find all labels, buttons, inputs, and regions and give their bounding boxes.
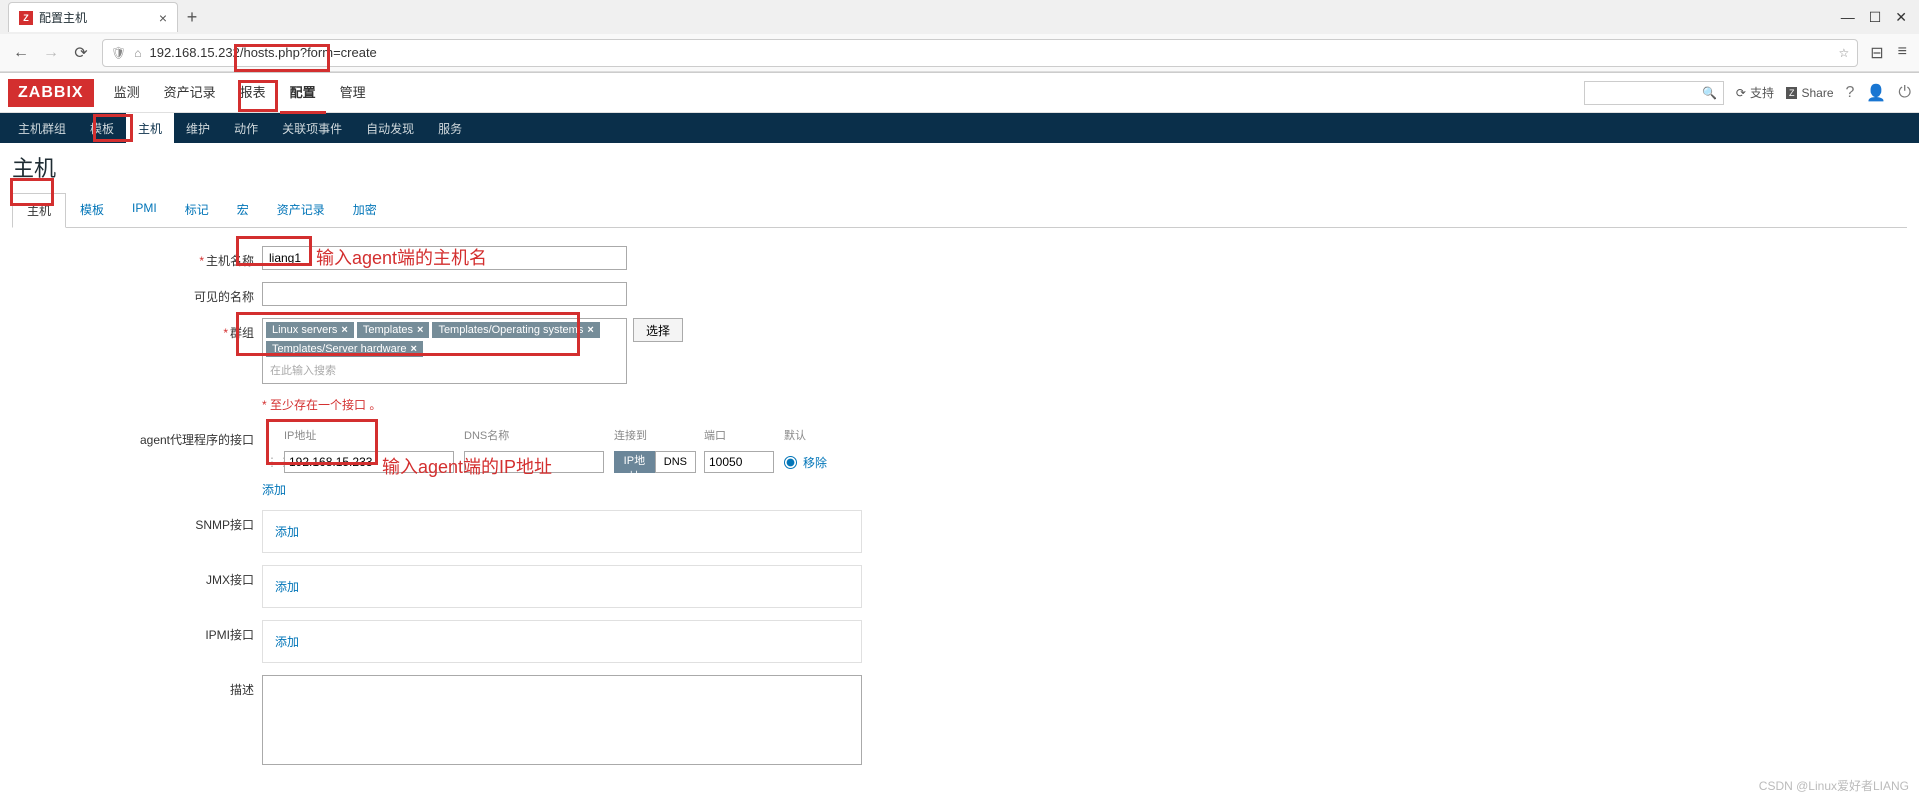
col-default: 默认	[780, 425, 840, 445]
agent-port-input[interactable]	[704, 451, 774, 473]
tab-ipmi[interactable]: IPMI	[118, 193, 171, 227]
reload-icon[interactable]: ⟳	[72, 43, 90, 63]
label-agent-interface: agent代理程序的接口	[12, 425, 262, 498]
subnav-correlation[interactable]: 关联项事件	[270, 113, 354, 144]
zabbix-logo[interactable]: ZABBIX	[8, 79, 94, 107]
window-close-icon[interactable]: ✕	[1895, 9, 1907, 26]
jmx-interface-box: 添加	[262, 565, 862, 608]
visible-name-input[interactable]	[262, 282, 627, 306]
nav-reports[interactable]: 报表	[230, 72, 276, 114]
label-visible-name: 可见的名称	[12, 282, 262, 306]
subnav-discovery[interactable]: 自动发现	[354, 113, 426, 144]
connect-ip-button[interactable]: IP地址	[614, 451, 655, 473]
search-input[interactable]	[1591, 86, 1702, 100]
subnav-actions[interactable]: 动作	[222, 113, 270, 144]
address-bar[interactable]: 🛡 ⌂ ☆	[102, 39, 1858, 67]
col-connect: 连接到	[610, 425, 700, 445]
nav-configuration[interactable]: 配置	[280, 72, 326, 114]
subnav-hosts[interactable]: 主机	[126, 113, 174, 144]
subnav-services[interactable]: 服务	[426, 113, 474, 144]
default-interface-radio[interactable]	[784, 456, 797, 469]
remove-interface-link[interactable]: 移除	[803, 454, 827, 471]
label-snmp-interface: SNMP接口	[12, 510, 262, 553]
pocket-icon[interactable]: ⊟	[1870, 43, 1883, 63]
group-tag[interactable]: Templates ×	[357, 322, 430, 338]
nav-admin[interactable]: 管理	[330, 72, 376, 114]
lock-open-icon: ⌂	[134, 46, 141, 60]
tab-inventory[interactable]: 资产记录	[263, 193, 339, 227]
shield-icon: 🛡	[111, 46, 126, 60]
window-maximize-icon[interactable]: ☐	[1869, 9, 1882, 26]
page-title: 主机	[12, 151, 1907, 183]
host-name-input[interactable]	[262, 246, 627, 270]
url-input[interactable]	[149, 45, 1830, 60]
tab-title: 配置主机	[39, 9, 87, 26]
new-tab-button[interactable]: +	[178, 7, 206, 28]
tab-host[interactable]: 主机	[12, 193, 66, 228]
groups-multiselect[interactable]: Linux servers × Templates × Templates/Op…	[262, 318, 627, 384]
subnav-maintenance[interactable]: 维护	[174, 113, 222, 144]
agent-interface-row: ⋮⋮ IP地址 DNS 移除	[262, 449, 862, 475]
nav-inventory[interactable]: 资产记录	[154, 72, 226, 114]
agent-interface-grid: IP地址 DNS名称 连接到 端口 默认 ⋮⋮ IP地址 DNS	[262, 425, 862, 498]
nav-monitoring[interactable]: 监测	[104, 72, 150, 114]
snmp-interface-box: 添加	[262, 510, 862, 553]
col-port: 端口	[700, 425, 780, 445]
groups-placeholder: 在此输入搜索	[266, 360, 623, 380]
group-tag[interactable]: Templates/Server hardware ×	[266, 341, 423, 357]
ipmi-interface-box: 添加	[262, 620, 862, 663]
window-minimize-icon[interactable]: —	[1841, 9, 1855, 26]
group-tag[interactable]: Linux servers ×	[266, 322, 354, 338]
add-agent-interface-link[interactable]: 添加	[262, 481, 286, 498]
forward-icon[interactable]: →	[42, 44, 60, 62]
add-jmx-interface-link[interactable]: 添加	[275, 580, 299, 594]
add-snmp-interface-link[interactable]: 添加	[275, 525, 299, 539]
tab-macros[interactable]: 宏	[223, 193, 263, 227]
global-search[interactable]: 🔍	[1584, 81, 1724, 105]
sub-nav: 主机群组 模板 主机 维护 动作 关联项事件 自动发现 服务	[0, 113, 1919, 143]
label-groups: *群组	[12, 318, 262, 384]
select-groups-button[interactable]: 选择	[633, 318, 683, 342]
close-tab-icon[interactable]: ×	[159, 10, 167, 26]
user-icon[interactable]: 👤	[1866, 83, 1886, 103]
label-description: 描述	[12, 675, 262, 768]
logout-icon[interactable]: ⏻	[1898, 84, 1911, 102]
tab-templates[interactable]: 模板	[66, 193, 118, 227]
label-ipmi-interface: IPMI接口	[12, 620, 262, 663]
zabbix-favicon: Z	[19, 11, 33, 25]
tab-tags[interactable]: 标记	[171, 193, 223, 227]
menu-icon[interactable]: ≡	[1898, 43, 1907, 63]
form-tabs: 主机 模板 IPMI 标记 宏 资产记录 加密	[12, 193, 1907, 228]
add-ipmi-interface-link[interactable]: 添加	[275, 635, 299, 649]
label-host-name: *主机名称	[12, 246, 262, 270]
browser-tab[interactable]: Z 配置主机 ×	[8, 2, 178, 32]
interface-error-msg: * 至少存在一个接口 。	[262, 398, 381, 412]
share-link[interactable]: Z Share	[1786, 86, 1834, 100]
subnav-templates[interactable]: 模板	[78, 113, 126, 144]
col-ip: IP地址	[280, 425, 460, 445]
help-icon[interactable]: ?	[1846, 84, 1855, 102]
remove-tag-icon[interactable]: ×	[341, 324, 347, 336]
agent-ip-input[interactable]	[284, 451, 454, 473]
remove-tag-icon[interactable]: ×	[417, 324, 423, 336]
back-icon[interactable]: ←	[12, 44, 30, 62]
col-dns: DNS名称	[460, 425, 610, 445]
remove-tag-icon[interactable]: ×	[587, 324, 593, 336]
watermark: CSDN @Linux爱好者LIANG	[1759, 777, 1909, 794]
support-link[interactable]: ⟳ 支持	[1736, 84, 1774, 101]
search-icon[interactable]: 🔍	[1702, 86, 1717, 100]
connect-dns-button[interactable]: DNS	[655, 451, 696, 473]
subnav-hostgroups[interactable]: 主机群组	[6, 113, 78, 144]
agent-dns-input[interactable]	[464, 451, 604, 473]
main-nav: 监测 资产记录 报表 配置 管理	[104, 72, 376, 114]
remove-tag-icon[interactable]: ×	[411, 343, 417, 355]
connect-to-toggle[interactable]: IP地址 DNS	[614, 451, 696, 473]
tab-encryption[interactable]: 加密	[339, 193, 391, 227]
description-textarea[interactable]	[262, 675, 862, 765]
star-icon[interactable]: ☆	[1838, 46, 1849, 60]
label-jmx-interface: JMX接口	[12, 565, 262, 608]
group-tag[interactable]: Templates/Operating systems ×	[432, 322, 599, 338]
